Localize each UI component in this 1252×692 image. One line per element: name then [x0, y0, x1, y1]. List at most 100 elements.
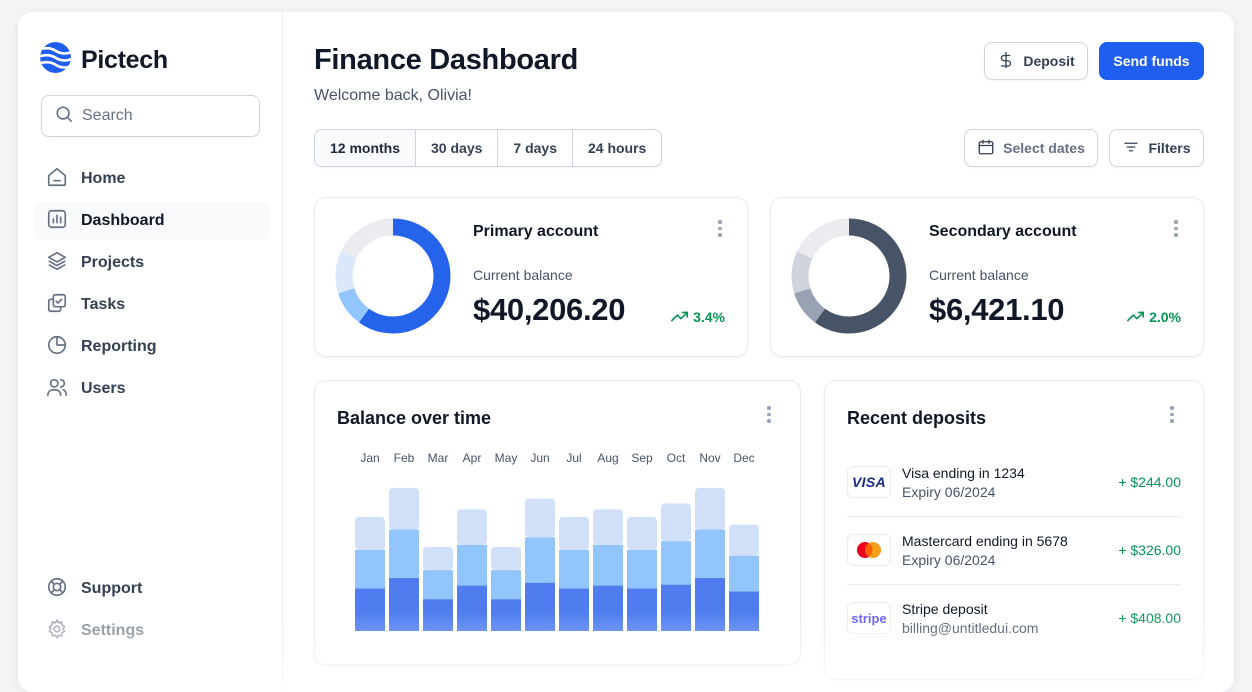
more-options-icon[interactable] [1174, 220, 1178, 237]
bar-segment[interactable] [525, 537, 555, 583]
nav-item-tasks[interactable]: Tasks [34, 286, 269, 324]
bar-segment[interactable] [355, 516, 385, 550]
search-box[interactable] [41, 95, 260, 137]
bar-segment[interactable] [695, 529, 725, 578]
bar-segment[interactable] [559, 588, 589, 631]
account-name: Primary account [473, 223, 599, 240]
bar-segment[interactable] [491, 570, 521, 600]
bar-segment[interactable] [457, 509, 487, 545]
nav-item-settings[interactable]: Settings [34, 612, 269, 650]
bar-segment[interactable] [695, 487, 725, 530]
bar-segment[interactable] [729, 524, 759, 556]
deposit-subtitle: billing@untitledui.com [902, 620, 1039, 636]
bar-segment[interactable] [525, 582, 555, 631]
bar-segment[interactable] [661, 503, 691, 542]
bar-segment[interactable] [627, 516, 657, 550]
stripe-logo: stripe [847, 602, 891, 634]
bar-segment[interactable] [491, 546, 521, 571]
gear-icon [46, 618, 68, 645]
bar-segment[interactable] [389, 529, 419, 578]
account-balance: $6,421.10 [929, 292, 1065, 327]
bar-segment[interactable] [593, 509, 623, 545]
chart-title: Balance over time [337, 408, 492, 428]
bar-segment[interactable] [729, 555, 759, 592]
list-item[interactable]: VISA Visa ending in 1234 Expiry 06/2024 … [847, 449, 1181, 517]
bar-segment[interactable] [559, 549, 589, 589]
nav-item-reporting[interactable]: Reporting [34, 328, 269, 366]
calendar-icon [977, 138, 995, 159]
bar-segment[interactable] [389, 577, 419, 631]
bar-segment[interactable] [627, 588, 657, 631]
range-12-months[interactable]: 12 months [315, 130, 417, 166]
bar-segment[interactable] [491, 599, 521, 631]
more-options-icon[interactable] [718, 220, 722, 237]
range-7-days[interactable]: 7 days [498, 130, 573, 166]
month-label: Oct [666, 451, 686, 465]
time-range-selector: 12 months 30 days 7 days 24 hours [314, 129, 663, 167]
nav-item-support[interactable]: Support [34, 570, 269, 608]
month-axis: Jan Feb Mar Apr May Jun Jul Aug Sep Oct Nov Dec [355, 451, 765, 467]
layers-icon [46, 250, 68, 277]
bar-segment[interactable] [457, 585, 487, 631]
nav-item-projects[interactable]: Projects [34, 244, 269, 282]
month-label: Jun [530, 451, 550, 465]
search-icon [55, 105, 73, 128]
bar-segment[interactable] [627, 549, 657, 589]
nav-label: Users [81, 380, 126, 397]
nav-item-home[interactable]: Home [34, 160, 269, 198]
deposit-button[interactable]: Deposit [984, 42, 1088, 80]
bar-segment[interactable] [525, 498, 555, 538]
nav-label: Reporting [81, 338, 157, 355]
nav-item-dashboard[interactable]: Dashboard [34, 202, 269, 240]
bar-segment[interactable] [423, 546, 453, 571]
bar-segment[interactable] [355, 588, 385, 631]
month-label: Nov [699, 451, 721, 465]
deposit-label: Deposit [1023, 53, 1075, 69]
deposit-amount: + $326.00 [1118, 542, 1181, 558]
filters-label: Filters [1148, 140, 1191, 156]
list-item[interactable]: Mastercard ending in 5678 Expiry 06/2024… [847, 517, 1181, 585]
users-icon [46, 376, 68, 403]
balance-chart-card: Balance over time Jan Feb Mar Apr May Jun Jul A… [314, 380, 801, 665]
range-30-days[interactable]: 30 days [416, 130, 499, 166]
filters-button[interactable]: Filters [1109, 129, 1204, 167]
nav-label: Settings [81, 622, 145, 639]
balance-bar-chart [355, 487, 759, 631]
pie-chart-icon [46, 334, 68, 361]
search-input[interactable] [82, 107, 242, 125]
bar-segment[interactable] [593, 585, 623, 631]
deposit-subtitle: Expiry 06/2024 [902, 552, 996, 568]
more-options-icon[interactable] [767, 406, 771, 423]
bar-segment[interactable] [559, 516, 589, 550]
bar-segment[interactable] [593, 544, 623, 586]
bar-segment[interactable] [695, 577, 725, 631]
more-options-icon[interactable] [1170, 406, 1174, 423]
month-label: Dec [733, 451, 755, 465]
bar-segment[interactable] [457, 544, 487, 586]
bar-segment[interactable] [389, 487, 419, 530]
list-item[interactable]: stripe Stripe deposit billing@untitledui… [847, 585, 1181, 653]
primary-account-card: Primary account Current balance $40,206.… [314, 197, 748, 357]
check-square-icon [46, 292, 68, 319]
select-dates-label: Select dates [1003, 140, 1085, 156]
month-label: Mar [427, 451, 449, 465]
dollar-icon [997, 51, 1015, 72]
month-label: Feb [393, 451, 415, 465]
logo[interactable]: Pictech [40, 42, 168, 78]
select-dates-button[interactable]: Select dates [964, 129, 1098, 167]
life-buoy-icon [46, 576, 68, 603]
bar-segment[interactable] [729, 591, 759, 631]
deposit-title: Stripe deposit [902, 601, 988, 617]
main-content: Finance Dashboard Welcome back, Olivia! … [284, 12, 1234, 692]
bar-segment[interactable] [661, 584, 691, 631]
nav-item-users[interactable]: Users [34, 370, 269, 408]
send-funds-button[interactable]: Send funds [1099, 42, 1204, 80]
bar-segment[interactable] [355, 549, 385, 589]
change-value: 2.0% [1149, 309, 1181, 325]
bar-segment[interactable] [661, 541, 691, 585]
account-name: Secondary account [929, 223, 1077, 240]
range-24-hours[interactable]: 24 hours [573, 130, 661, 166]
account-balance: $40,206.20 [473, 292, 626, 327]
bar-segment[interactable] [423, 570, 453, 600]
bar-segment[interactable] [423, 599, 453, 631]
